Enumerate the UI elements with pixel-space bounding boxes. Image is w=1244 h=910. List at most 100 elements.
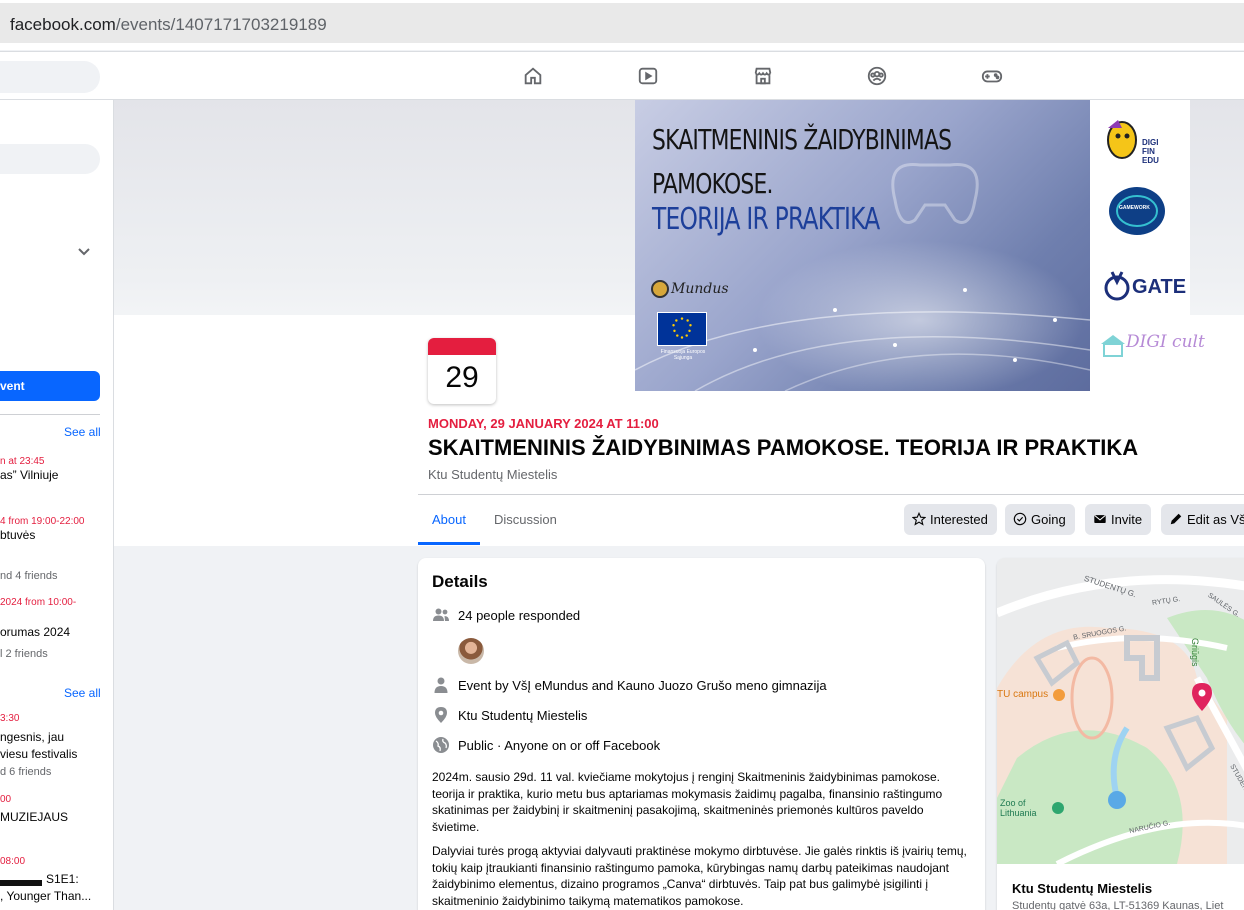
emundus-logo: Mundus <box>651 280 729 298</box>
details-heading: Details <box>432 572 488 591</box>
sidebar-event-title[interactable]: orumas 2024 <box>0 624 110 641</box>
sidebar-event-title: btuvės <box>0 528 36 542</box>
url-field[interactable]: facebook.com/events/1407171703219189 <box>0 3 1244 43</box>
sidebar-event-friends: nd 4 friends <box>0 570 58 582</box>
map-campus-label: TU campus <box>997 689 1049 700</box>
partner-logos: DIGI FIN EDU GAMEWORK GATE DIGI cult <box>1090 100 1205 391</box>
sidebar-event-friends: d 6 friends <box>0 766 52 778</box>
place-row[interactable]: Ktu Studentų Miestelis <box>432 706 587 724</box>
sidebar-divider <box>0 414 100 415</box>
url-path: /events/1407171703219189 <box>115 15 327 34</box>
going-label: Going <box>1031 512 1066 527</box>
gaming-icon[interactable] <box>981 65 1003 87</box>
gate-logo-text: GATE <box>1132 276 1187 298</box>
digifinedu-logo-text: DIGI FIN EDU <box>1142 138 1159 165</box>
map-zoo-label: Zoo of Lithuania <box>1000 798 1037 818</box>
interested-button[interactable]: Interested <box>904 504 997 535</box>
sidebar-event-title: MUZIEJAUS <box>0 810 69 824</box>
sidebar-event-date: 3:30 <box>0 713 20 724</box>
event-header: SKAITMENINIS ŽAIDYBINIMAS PAMOKOSE. TEORI… <box>114 100 1244 546</box>
events-sidebar: vent See all n at 23:45 as” Vilniuje 4 f… <box>0 100 114 910</box>
location-map[interactable]: STUDENTŲ G. RYTŲ G. SAULĖS G. B. SRUOGOS… <box>997 558 1244 867</box>
sidebar-event-title: as” Vilniuje <box>0 468 59 482</box>
active-tab-indicator <box>418 542 480 545</box>
check-circle-icon <box>1013 512 1027 526</box>
top-search-input[interactable] <box>0 61 100 93</box>
responded-row[interactable]: 24 people responded <box>432 606 580 624</box>
event-cover-photo[interactable]: SKAITMENINIS ŽAIDYBINIMAS PAMOKOSE. TEORI… <box>635 100 1090 391</box>
url-text: facebook.com/events/1407171703219189 <box>10 15 327 35</box>
host-link-2[interactable]: Kauno Juozo Grušo meno gimnazija <box>617 678 827 693</box>
host-prefix: Event by <box>458 678 513 693</box>
sidebar-event-date: n at 23:45 <box>0 456 45 467</box>
map-park-label: Griūgis <box>1190 638 1200 667</box>
pencil-icon <box>1170 513 1182 525</box>
date-card-header <box>428 338 496 355</box>
redacted-bar <box>0 880 42 886</box>
sidebar-event-item[interactable]: 4 from 19:00-22:00 btuvės <box>0 516 110 544</box>
sidebar-event-item[interactable]: 3:30 ngesnis, jau viesu festivalis d 6 f… <box>0 713 110 778</box>
event-title: SKAITMENINIS ŽAIDYBINIMAS PAMOKOSE. TEOR… <box>428 435 1139 460</box>
sidebar-event-item[interactable]: 2024 from 10:00- <box>0 597 110 608</box>
see-all-link[interactable]: See all <box>64 686 101 700</box>
sidebar-event-item[interactable]: n at 23:45 as” Vilniuje <box>0 456 110 484</box>
header-divider <box>418 494 1244 495</box>
event-location-link[interactable]: Ktu Studentų Miestelis <box>428 467 557 482</box>
globe-icon <box>432 736 450 754</box>
envelope-icon <box>1094 515 1106 523</box>
host-row: Event by VšĮ eMundus and Kauno Juozo Gru… <box>432 676 827 694</box>
sidebar-search-input[interactable] <box>0 144 100 174</box>
attendee-avatar[interactable] <box>458 638 484 664</box>
invite-button[interactable]: Invite <box>1085 504 1152 535</box>
groups-icon[interactable] <box>866 65 888 87</box>
event-date-card: 29 <box>428 338 496 404</box>
sidebar-event-title-line2: , Younger Than... <box>0 889 92 903</box>
map-place-title[interactable]: Ktu Studentų Miestelis <box>1012 881 1152 896</box>
marketplace-icon[interactable] <box>752 65 774 87</box>
chevron-down-icon[interactable] <box>76 243 92 259</box>
banner-line-1: SKAITMENINIS ŽAIDYBINIMAS <box>652 123 952 156</box>
host-link-1[interactable]: VšĮ eMundus <box>512 678 588 693</box>
gate-logo-icon <box>1104 271 1130 301</box>
privacy-row: Public · Anyone on or off Facebook <box>432 736 660 754</box>
sidebar-event-date: 4 from 19:00-22:00 <box>0 516 85 527</box>
edit-button[interactable]: Edit as Vš <box>1161 504 1244 535</box>
video-icon[interactable] <box>637 65 659 87</box>
details-card: Details 24 people responded Event by VšĮ… <box>418 558 985 910</box>
event-day-number: 29 <box>445 361 479 394</box>
home-icon[interactable] <box>522 65 544 87</box>
tab-discussion[interactable]: Discussion <box>494 512 557 527</box>
location-map-card: STUDENTŲ G. RYTŲ G. SAULĖS G. B. SRUOGOS… <box>997 558 1244 910</box>
create-event-label: vent <box>0 379 25 393</box>
eu-flag-icon <box>657 312 707 346</box>
digifinedu-logo-icon <box>1107 120 1137 159</box>
eu-caption: Finansuoja Europos Sąjunga <box>660 349 706 361</box>
interested-label: Interested <box>930 512 988 527</box>
tab-about[interactable]: About <box>432 512 466 527</box>
going-button[interactable]: Going <box>1005 504 1075 535</box>
location-pin-icon <box>432 706 450 724</box>
place-name: Ktu Studentų Miestelis <box>458 708 588 723</box>
person-icon <box>432 676 450 694</box>
emundus-logo-icon <box>651 280 669 298</box>
top-navigation <box>0 51 1244 100</box>
banner-title: SKAITMENINIS ŽAIDYBINIMAS PAMOKOSE. <box>652 118 952 206</box>
sidebar-event-date: 2024 from 10:00- <box>0 597 77 608</box>
sidebar-event-date: 08:00 <box>0 856 26 867</box>
invite-label: Invite <box>1111 512 1143 527</box>
gamework-logo-text: GAMEWORK <box>1119 205 1150 211</box>
url-domain: facebook.com <box>10 15 116 34</box>
sidebar-event-title-line2: viesu festivalis <box>0 747 78 761</box>
star-icon <box>911 511 927 526</box>
sidebar-event-date: 00 <box>0 794 12 805</box>
browser-address-bar: facebook.com/events/1407171703219189 <box>0 0 1244 50</box>
sidebar-event-item[interactable]: 00 MUZIEJAUS <box>0 794 110 826</box>
gamework-logo-icon <box>1109 187 1165 235</box>
map-pin-icon <box>1192 683 1212 711</box>
description-paragraph-1: 2024m. sausio 29d. 11 val. kviečiame mok… <box>432 770 943 834</box>
event-datetime: MONDAY, 29 JANUARY 2024 AT 11:00 <box>428 416 659 431</box>
see-all-link[interactable]: See all <box>64 425 101 439</box>
digicult-logo-text: DIGI cult <box>1126 332 1205 352</box>
create-event-button[interactable]: vent <box>0 371 100 401</box>
banner-subtitle: TEORIJA IR PRAKTIKA <box>652 202 880 237</box>
